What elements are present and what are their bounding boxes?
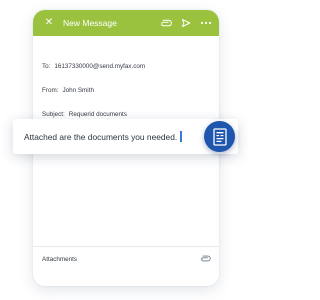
- attachments-row[interactable]: Attachments: [33, 246, 219, 286]
- paperclip-icon[interactable]: [159, 16, 173, 30]
- send-icon[interactable]: [179, 16, 193, 30]
- message-body: Attached are the documents you needed.: [24, 132, 178, 142]
- subject-value: Requerid documents: [68, 111, 127, 118]
- more-icon[interactable]: [199, 16, 213, 30]
- text-cursor: [180, 131, 183, 142]
- subject-label: Subject:: [42, 111, 65, 118]
- message-body-text: Attached are the documents you needed.: [24, 131, 183, 142]
- close-icon[interactable]: ✕: [43, 18, 55, 28]
- from-value: John Smith: [62, 87, 94, 94]
- document-icon[interactable]: [204, 121, 235, 152]
- to-field[interactable]: To: 16137330000@send.myfax.com: [42, 63, 219, 87]
- compose-header: ✕ New Message: [33, 10, 219, 36]
- from-label: From:: [42, 87, 59, 94]
- stage: ✕ New Message To: 16137330000@send.myfax…: [0, 0, 253, 300]
- to-value: 16137330000@send.myfax.com: [54, 63, 146, 70]
- paperclip-icon[interactable]: [200, 255, 211, 264]
- to-label: To:: [42, 63, 51, 70]
- attachments-label: Attachments: [42, 256, 77, 263]
- from-field[interactable]: From: John Smith: [42, 87, 219, 111]
- compose-title: New Message: [63, 18, 117, 28]
